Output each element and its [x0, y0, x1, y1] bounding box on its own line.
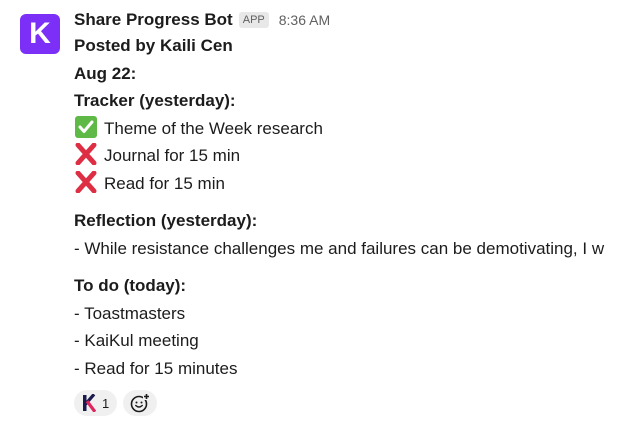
cross-mark-icon: [75, 170, 97, 193]
date-line: Aug 22:: [74, 63, 137, 83]
check-mark-icon: [75, 115, 97, 138]
add-emoji-icon: [130, 393, 151, 413]
reactions-bar: 1: [74, 390, 644, 416]
tracker-item-label: Read for 15 min: [104, 173, 225, 193]
kaikul-logo-icon: [83, 394, 96, 412]
app-badge: APP: [238, 12, 269, 28]
add-reaction-button[interactable]: [123, 390, 158, 416]
todo-item: - Read for 15 minutes: [74, 358, 238, 378]
tracker-item: Theme of the Week research: [74, 115, 644, 143]
tracker-item: Read for 15 min: [74, 170, 644, 198]
message-content: Share Progress Bot APP 8:36 AM Posted by…: [74, 8, 644, 416]
cross-mark-icon: [75, 143, 97, 165]
tracker-item: Journal for 15 min: [74, 142, 644, 170]
todo-item: - KaiKul meeting: [74, 331, 199, 350]
todo-heading: To do (today):: [74, 276, 187, 295]
todo-item: - Toastmasters: [74, 303, 186, 323]
kaikul-reaction[interactable]: 1: [74, 390, 118, 416]
timestamp[interactable]: 8:36 AM: [279, 12, 330, 28]
reaction-count: 1: [102, 395, 110, 411]
bot-name[interactable]: Share Progress Bot: [74, 10, 233, 30]
posted-by: Posted by Kaili Cen: [74, 36, 233, 55]
reflection-text: - While resistance challenges me and fai…: [74, 238, 605, 258]
avatar-letter: K: [29, 17, 51, 50]
tracker-item-label: Journal for 15 min: [104, 146, 241, 165]
reflection-heading: Reflection (yesterday):: [74, 211, 258, 230]
tracker-heading: Tracker (yesterday):: [74, 91, 236, 110]
message-header: Share Progress Bot APP 8:36 AM: [74, 8, 644, 32]
bot-avatar[interactable]: K: [20, 14, 60, 54]
tracker-item-label: Theme of the Week research: [104, 118, 323, 138]
